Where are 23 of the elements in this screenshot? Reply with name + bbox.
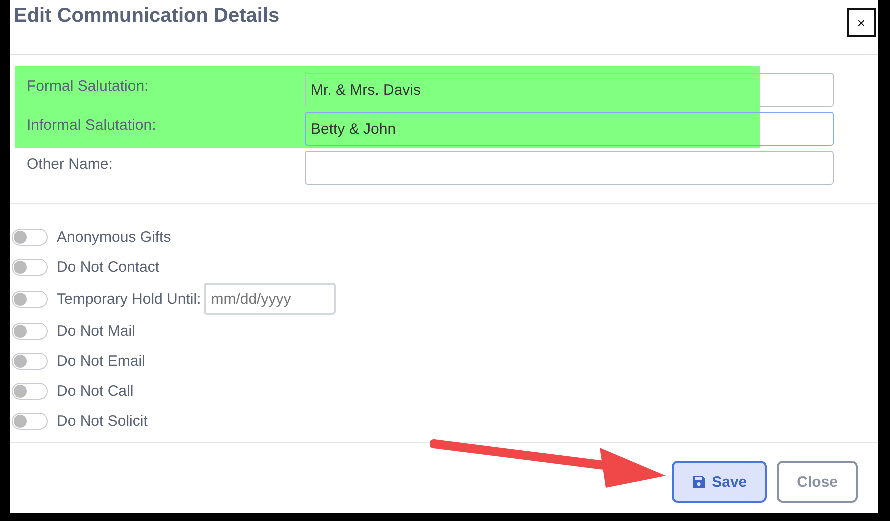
toggle-label: Anonymous Gifts: [57, 228, 172, 246]
toggle-label: Do Not Contact: [57, 258, 160, 276]
toggle-label: Do Not Email: [57, 352, 146, 370]
toggle-switch[interactable]: [12, 352, 48, 370]
toggle-label: Do Not Solicit: [57, 412, 148, 430]
toggle-label: Do Not Call: [57, 382, 134, 400]
toggle-switch[interactable]: [12, 228, 48, 246]
field-label: Informal Salutation:: [26, 116, 158, 134]
save-button[interactable]: Save: [672, 461, 768, 503]
toggle-label: Temporary Hold Until:: [57, 290, 202, 308]
date-field[interactable]: mm/dd/yyyy: [204, 283, 336, 315]
toggle-label: Do Not Mail: [57, 322, 136, 340]
toggle-switch[interactable]: [12, 412, 48, 430]
dialog-title: Edit Communication Details: [14, 6, 280, 26]
toggle-switch[interactable]: [12, 290, 48, 308]
text-field[interactable]: [305, 151, 834, 185]
text-field[interactable]: Betty & John: [305, 112, 834, 146]
close-icon-button[interactable]: ×: [847, 8, 876, 37]
field-label: Formal Salutation:: [26, 77, 150, 95]
field-label: Other Name:: [26, 155, 114, 173]
toggle-switch[interactable]: [12, 382, 48, 400]
toggle-switch[interactable]: [12, 322, 48, 340]
toggle-switch[interactable]: [12, 258, 48, 276]
